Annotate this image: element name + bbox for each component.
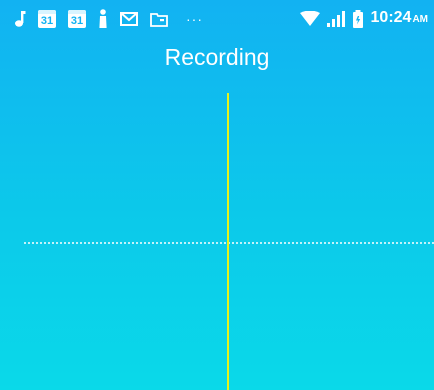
status-bar-system: 10:24AM — [299, 7, 428, 31]
page-title: Recording — [164, 44, 270, 70]
figure-icon — [98, 9, 108, 29]
recording-screen: 31 31 ··· 10:24AM Recording — [0, 0, 434, 390]
battery-icon — [352, 10, 364, 28]
calendar-day-label: 31 — [70, 14, 84, 27]
tray-icon — [150, 11, 168, 27]
status-clock: 10:24AM — [371, 7, 428, 31]
calendar-icon: 31 — [68, 10, 86, 28]
waveform-baseline — [24, 242, 434, 244]
status-bar: 31 31 ··· 10:24AM — [0, 0, 434, 38]
status-bar-notifications: 31 31 ··· — [14, 8, 209, 30]
wifi-icon — [299, 11, 320, 27]
more-dots-icon: ··· — [186, 11, 203, 27]
playhead-line — [227, 93, 229, 390]
mail-icon — [120, 12, 138, 26]
calendar-day-label: 31 — [40, 14, 54, 27]
clock-time: 10:24 — [370, 9, 412, 26]
waveform-area[interactable] — [0, 90, 434, 390]
clock-ampm: AM — [412, 14, 428, 25]
calendar-icon: 31 — [38, 10, 56, 28]
signal-icon — [326, 11, 345, 27]
music-note-icon — [14, 10, 26, 28]
